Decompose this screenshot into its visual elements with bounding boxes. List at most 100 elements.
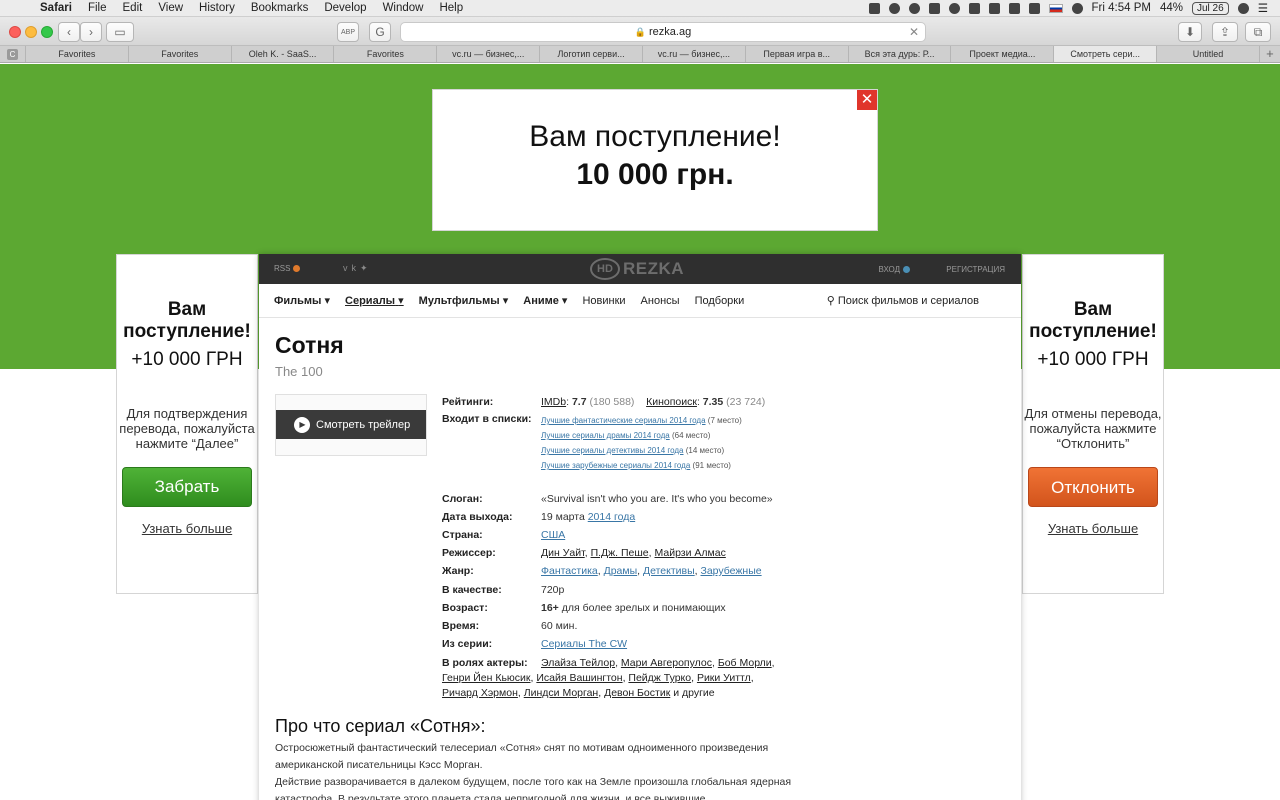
tab[interactable]: vc.ru — бизнес,... (643, 46, 746, 62)
tab[interactable]: Untitled (1157, 46, 1260, 62)
new-tab-button[interactable]: + (1260, 46, 1280, 62)
list-link[interactable]: Лучшие сериалы драмы 2014 года (541, 431, 670, 440)
ftp-icon[interactable] (988, 2, 1000, 14)
bluetooth-icon[interactable] (1028, 2, 1040, 14)
time-machine-icon[interactable] (948, 2, 960, 14)
actor-link[interactable]: Ричард Хэрмон (442, 687, 518, 699)
rss-link[interactable]: RSS (274, 264, 301, 273)
tab[interactable]: vc.ru — бизнес,... (437, 46, 541, 62)
nav-series[interactable]: Сериалы ▾ (345, 294, 404, 307)
menu-window[interactable]: Window (383, 2, 424, 14)
tab[interactable]: Oleh K. - SaaS... (232, 46, 335, 62)
share-button[interactable]: ⇪ (1212, 22, 1238, 42)
actor-link[interactable]: Исайя Вашингтон (536, 672, 622, 684)
tab[interactable]: Логотип серви... (540, 46, 643, 62)
pocket-icon[interactable] (928, 2, 940, 14)
watch-trailer-button[interactable]: ▶ Смотреть трейлер (276, 410, 426, 439)
menu-edit[interactable]: Edit (123, 2, 143, 14)
login-link[interactable]: ВХОД (878, 265, 910, 274)
address-bar[interactable]: 🔒 rezka.ag ✕ (400, 22, 926, 42)
tab[interactable]: Первая игра в... (746, 46, 849, 62)
tab[interactable]: Favorites (334, 46, 438, 62)
ad-close-icon[interactable]: ✕ (857, 90, 877, 110)
telegram-icon[interactable] (888, 2, 900, 14)
actor-link[interactable]: Генри Йен Кьюсик (442, 672, 531, 684)
battery-percent[interactable]: 44% (1160, 2, 1183, 14)
claim-button[interactable]: Забрать (122, 467, 252, 507)
nav-collections[interactable]: Подборки (695, 295, 745, 307)
nav-new[interactable]: Новинки (582, 295, 625, 307)
tab[interactable]: Favorites (129, 46, 232, 62)
genre-link[interactable]: Зарубежные (701, 565, 762, 577)
menu-app-name[interactable]: Safari (40, 2, 72, 14)
tab[interactable]: Favorites (26, 46, 129, 62)
back-button[interactable]: ‹ (58, 22, 80, 42)
director-link[interactable]: П.Дж. Пеше (591, 547, 649, 559)
genre-link[interactable]: Фантастика (541, 565, 598, 577)
dropbox-icon[interactable] (868, 2, 880, 14)
list-link[interactable]: Лучшие фантастические сериалы 2014 года (541, 416, 706, 425)
list-link[interactable]: Лучшие сериалы детективы 2014 года (541, 446, 684, 455)
wifi-icon[interactable] (1071, 2, 1083, 14)
left-ad-learn-more-link[interactable]: Узнать больше (117, 521, 257, 536)
zoom-window-button[interactable] (41, 26, 53, 38)
notification-center-icon[interactable]: ☰ (1258, 1, 1268, 15)
site-logo[interactable]: HD REZKA (590, 258, 684, 280)
top-banner-ad[interactable]: ✕ Вам поступление! 10 000 грн. (432, 89, 878, 231)
tab[interactable]: Проект медиа... (951, 46, 1055, 62)
actor-link[interactable]: Рики Уиттл (697, 672, 751, 684)
airplay-icon[interactable] (1008, 2, 1020, 14)
imdb-link[interactable]: IMDb (541, 396, 566, 408)
show-tabs-button[interactable]: ⧉ (1245, 22, 1271, 42)
decline-button[interactable]: Отклонить (1028, 467, 1158, 507)
actor-link[interactable]: Пейдж Турко (628, 672, 691, 684)
downloads-button[interactable]: ⬇ (1178, 22, 1202, 42)
release-year-link[interactable]: 2014 года (588, 511, 635, 523)
genre-link[interactable]: Драмы (604, 565, 638, 577)
nav-anime[interactable]: Аниме ▾ (523, 294, 567, 307)
kinopoisk-link[interactable]: Кинопоиск (646, 396, 697, 408)
director-link[interactable]: Майрзи Алмас (655, 547, 726, 559)
nav-films[interactable]: Фильмы ▾ (274, 294, 330, 307)
right-ad-learn-more-link[interactable]: Узнать больше (1023, 521, 1163, 536)
actor-link[interactable]: Линдси Морган (524, 687, 599, 699)
tab[interactable]: Вся эта дурь: Р... (849, 46, 952, 62)
actor-link[interactable]: Мари Авгеропулос (621, 657, 712, 669)
clock[interactable]: Fri 4:54 PM (1092, 2, 1151, 14)
time-label: Время: (442, 620, 480, 632)
grammarly-button[interactable]: G (369, 22, 391, 42)
actor-link[interactable]: Боб Морли (718, 657, 772, 669)
actor-link[interactable]: Девон Бостик (604, 687, 670, 699)
menu-develop[interactable]: Develop (324, 2, 366, 14)
register-link[interactable]: РЕГИСТРАЦИЯ (946, 265, 1005, 274)
menu-help[interactable]: Help (439, 2, 463, 14)
input-source-flag-icon[interactable] (1048, 3, 1063, 13)
site-search[interactable]: ⚲ Поиск фильмов и сериалов (827, 294, 979, 307)
list-link[interactable]: Лучшие зарубежные сериалы 2014 года (541, 461, 690, 470)
tab-active[interactable]: Смотреть сери... (1054, 46, 1158, 62)
director-link[interactable]: Дин Уайт (541, 547, 585, 559)
menu-file[interactable]: File (88, 2, 107, 14)
menu-view[interactable]: View (158, 2, 183, 14)
evernote-icon[interactable] (908, 2, 920, 14)
adblock-button[interactable]: ABP (337, 22, 359, 42)
notes-icon[interactable] (968, 2, 980, 14)
date-badge[interactable]: Jul 26 (1192, 1, 1229, 15)
actor-link[interactable]: Элайза Тейлор (541, 657, 615, 669)
nav-cartoons[interactable]: Мультфильмы ▾ (419, 294, 509, 307)
siri-icon[interactable] (1237, 2, 1249, 14)
twitter-icon[interactable]: ✦ (360, 263, 372, 273)
menu-bookmarks[interactable]: Bookmarks (251, 2, 309, 14)
forward-button[interactable]: › (80, 22, 102, 42)
country-link[interactable]: США (541, 529, 565, 541)
sidebar-button[interactable]: ▭ (106, 22, 134, 42)
stop-loading-icon[interactable]: ✕ (909, 25, 919, 39)
nav-announcements[interactable]: Анонсы (641, 295, 680, 307)
menu-history[interactable]: History (199, 2, 235, 14)
pinned-tab[interactable]: C (0, 46, 26, 62)
genre-link[interactable]: Детективы (643, 565, 695, 577)
minimize-window-button[interactable] (25, 26, 37, 38)
series-link[interactable]: Сериалы The CW (541, 638, 627, 650)
vk-icon[interactable]: vk (343, 263, 360, 273)
close-window-button[interactable] (9, 26, 21, 38)
